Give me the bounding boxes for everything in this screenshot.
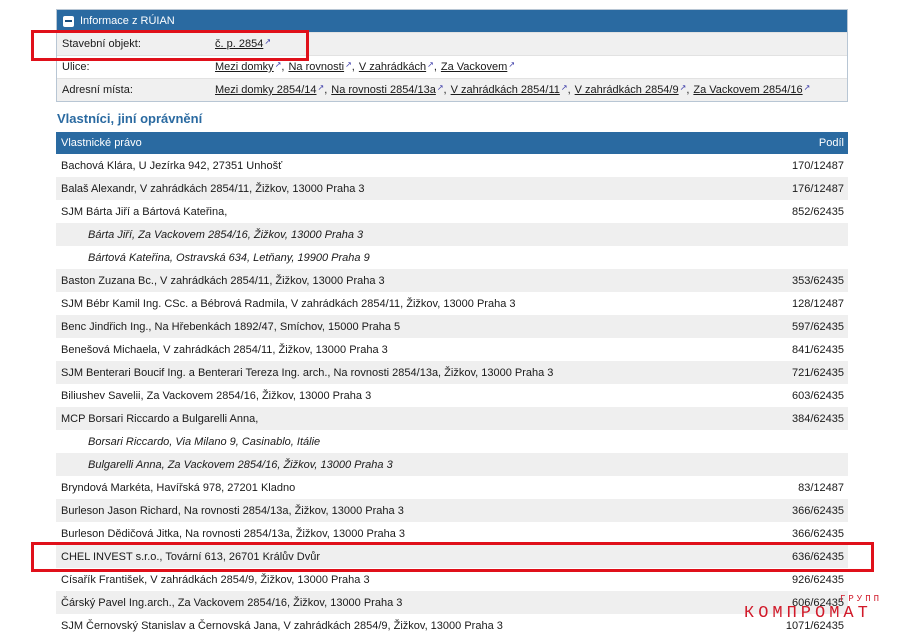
owner-row: SJM Benterari Boucif Ing. a Benterari Te…: [56, 361, 848, 384]
address-point-link[interactable]: Mezi domky 2854/14: [215, 84, 317, 96]
owner-share: 926/62435: [792, 573, 844, 586]
owners-table: Vlastnické právo Podíl Bachová Klára, U …: [56, 132, 848, 637]
owner-share: 384/62435: [792, 412, 844, 425]
street-link[interactable]: Mezi domky: [215, 61, 274, 73]
external-link-icon[interactable]: ↗: [561, 83, 568, 95]
street-link[interactable]: Na rovnosti: [288, 61, 344, 73]
street-link[interactable]: V zahrádkách: [359, 61, 426, 73]
owner-share: 852/62435: [792, 205, 844, 218]
owner-share: 841/62435: [792, 343, 844, 356]
owner-name: Biliushev Savelii, Za Vackovem 2854/16, …: [61, 389, 372, 402]
external-link-icon[interactable]: ↗: [275, 60, 282, 72]
owner-share: 176/12487: [792, 182, 844, 195]
owner-name: CHEL INVEST s.r.o., Tovární 613, 26701 K…: [61, 550, 321, 563]
owner-name: Císařík František, V zahrádkách 2854/9, …: [61, 573, 370, 586]
share-column-header: Podíl: [818, 137, 844, 149]
owner-row: Císařík František, V zahrádkách 2854/9, …: [56, 568, 848, 591]
owner-share: 128/12487: [792, 297, 844, 310]
owners-table-header: Vlastnické právo Podíl: [56, 132, 848, 154]
owner-share: 1071/62435: [785, 619, 844, 632]
owner-name: Bártová Kateřina, Ostravská 634, Letňany…: [88, 251, 370, 264]
owner-name: Burleson Jason Richard, Na rovnosti 2854…: [61, 504, 404, 517]
owner-name: SJM Černovský Stanislav a Černovská Jana…: [61, 619, 503, 632]
owner-row: Biliushev Savelii, Za Vackovem 2854/16, …: [56, 384, 848, 407]
owner-row: Burleson Dědičová Jitka, Na rovnosti 285…: [56, 522, 848, 545]
owner-share: 597/62435: [792, 320, 844, 333]
owner-sub-row: Bulgarelli Anna, Za Vackovem 2854/16, Ži…: [56, 453, 848, 476]
external-link-icon[interactable]: ↗: [680, 83, 687, 95]
owner-name: Bachová Klára, U Jezírka 942, 27351 Unho…: [61, 159, 283, 172]
address-points-label: Adresní místa:: [62, 84, 133, 96]
owner-share: 366/62435: [792, 504, 844, 517]
external-link-icon[interactable]: ↗: [427, 60, 434, 72]
owner-row: Baston Zuzana Bc., V zahrádkách 2854/11,…: [56, 269, 848, 292]
owner-name: Bryndová Markéta, Havířská 978, 27201 Kl…: [61, 481, 296, 494]
owner-row: SJM Bárta Jiří a Bártová Kateřina, 852/62…: [56, 200, 848, 223]
address-point-link[interactable]: Za Vackovem 2854/16: [693, 84, 802, 96]
address-points-row: Adresní místa: Mezi domky 2854/14 ↗, Na r…: [57, 78, 847, 101]
owner-name: Čárský Pavel Ing.arch., Za Vackovem 2854…: [61, 596, 403, 609]
owner-rows: Bachová Klára, U Jezírka 942, 27351 Unho…: [56, 154, 848, 637]
owner-name: Borsari Riccardo, Via Milano 9, Casinabl…: [88, 435, 321, 448]
owner-sub-row: Bártová Kateřina, Ostravská 634, Letňany…: [56, 246, 848, 269]
street-link[interactable]: Za Vackovem: [441, 61, 507, 73]
ruian-panel-header: Informace z RÚIAN: [57, 10, 847, 32]
owner-row: Benc Jindřich Ing., Na Hřebenkách 1892/4…: [56, 315, 848, 338]
owner-row: Balaš Alexandr, V zahrádkách 2854/11, Ži…: [56, 177, 848, 200]
external-link-icon[interactable]: ↗: [437, 83, 444, 95]
external-link-icon[interactable]: ↗: [318, 83, 325, 95]
building-object-row: Stavební objekt: č. p. 2854 ↗: [57, 32, 847, 55]
external-link-icon[interactable]: ↗: [345, 60, 352, 72]
owner-name: MCP Borsari Riccardo a Bulgarelli Anna,: [61, 412, 259, 425]
owner-row: Burleson Jason Richard, Na rovnosti 2854…: [56, 499, 848, 522]
owner-name: Benešová Michaela, V zahrádkách 2854/11,…: [61, 343, 388, 356]
external-link-icon[interactable]: ↗: [804, 83, 811, 95]
external-link-icon[interactable]: ↗: [264, 37, 271, 49]
owner-name: SJM Bárta Jiří a Bártová Kateřina,: [61, 205, 228, 218]
address-point-link[interactable]: V zahrádkách 2854/11: [451, 84, 560, 96]
owner-name: Bárta Jiří, Za Vackovem 2854/16, Žižkov,…: [88, 228, 364, 241]
ownership-right-column-header: Vlastnické právo: [61, 137, 142, 149]
owner-row: Bryndová Markéta, Havířská 978, 27201 Kl…: [56, 476, 848, 499]
owner-name: Benc Jindřich Ing., Na Hřebenkách 1892/4…: [61, 320, 401, 333]
owner-sub-row: Bárta Jiří, Za Vackovem 2854/16, Žižkov,…: [56, 223, 848, 246]
collapse-icon[interactable]: [63, 15, 74, 27]
owner-row: SJM Bébr Kamil Ing. CSc. a Bébrová Radmi…: [56, 292, 848, 315]
owner-name: SJM Benterari Boucif Ing. a Benterari Te…: [61, 366, 554, 379]
street-label: Ulice:: [62, 61, 90, 73]
address-point-link[interactable]: Na rovnosti 2854/13a: [331, 84, 436, 96]
owner-share: 83/12487: [798, 481, 844, 494]
owner-name: Balaš Alexandr, V zahrádkách 2854/11, Ži…: [61, 182, 365, 195]
owner-share: 603/62435: [792, 389, 844, 402]
owner-share: 606/62435: [792, 596, 844, 609]
owner-sub-row: Borsari Riccardo, Via Milano 9, Casinabl…: [56, 430, 848, 453]
owner-row: Čárský Pavel Ing.arch., Za Vackovem 2854…: [56, 591, 848, 614]
building-object-link[interactable]: č. p. 2854: [215, 38, 263, 50]
owner-share: 353/62435: [792, 274, 844, 287]
owner-share: 170/12487: [792, 159, 844, 172]
owner-row: CHEL INVEST s.r.o., Tovární 613, 26701 K…: [56, 545, 848, 568]
owner-row: SJM Černovský Stanislav a Černovská Jana…: [56, 614, 848, 637]
external-link-icon[interactable]: ↗: [508, 60, 515, 72]
owner-share: 366/62435: [792, 527, 844, 540]
owner-name: Baston Zuzana Bc., V zahrádkách 2854/11,…: [61, 274, 385, 287]
owner-share: 721/62435: [792, 366, 844, 379]
owner-share: 636/62435: [792, 550, 844, 563]
owner-row: Bachová Klára, U Jezírka 942, 27351 Unho…: [56, 154, 848, 177]
address-point-link[interactable]: V zahrádkách 2854/9: [575, 84, 679, 96]
ruian-panel-title: Informace z RÚIAN: [80, 15, 175, 27]
owner-row: Benešová Michaela, V zahrádkách 2854/11,…: [56, 338, 848, 361]
building-object-label: Stavební objekt:: [62, 38, 141, 50]
street-row: Ulice: Mezi domky ↗, Na rovnosti ↗, V zahr…: [57, 55, 847, 78]
ruian-info-panel: Informace z RÚIAN Stavební objekt: č. p.…: [56, 9, 848, 102]
owner-name: Burleson Dědičová Jitka, Na rovnosti 285…: [61, 527, 406, 540]
owner-row: MCP Borsari Riccardo a Bulgarelli Anna, 3…: [56, 407, 848, 430]
owners-section-title: Vlastníci, jiní oprávnění: [57, 111, 203, 126]
owner-name: Bulgarelli Anna, Za Vackovem 2854/16, Ži…: [88, 458, 393, 471]
owner-name: SJM Bébr Kamil Ing. CSc. a Bébrová Radmi…: [61, 297, 516, 310]
